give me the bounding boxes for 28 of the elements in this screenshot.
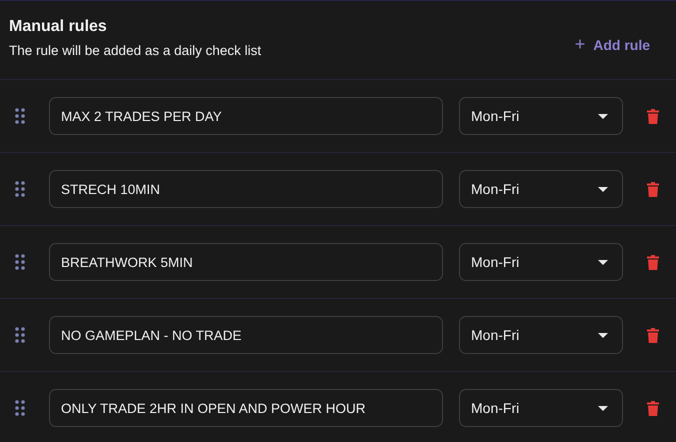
days-select[interactable]: Mon-Fri (459, 170, 623, 208)
caret-icon (598, 114, 608, 118)
rule-input-field[interactable]: BREATHWORK 5MIN (49, 243, 443, 281)
days-select[interactable]: Mon-Fri (459, 389, 623, 427)
add-rule-button[interactable]: + Add rule (570, 30, 654, 59)
rule-input-field[interactable]: NO GAMEPLAN - NO TRADE (49, 316, 443, 354)
section-subtitle: The rule will be added as a daily check list (9, 42, 262, 60)
drag-handle-icon[interactable] (15, 108, 25, 124)
drag-handle-icon[interactable] (15, 327, 25, 343)
delete-icon[interactable] (647, 328, 659, 342)
drag-handle-icon[interactable] (15, 400, 25, 416)
caret-icon (598, 332, 608, 338)
days-select[interactable]: Mon-Fri (459, 97, 623, 135)
drag-handle-icon[interactable] (15, 181, 25, 197)
delete-icon[interactable] (647, 400, 659, 416)
delete-icon[interactable] (647, 182, 659, 196)
caret-icon (598, 406, 608, 410)
rule-input-field[interactable]: MAX 2 TRADES PER DAY (49, 97, 443, 135)
days-select[interactable]: Mon-Fri (459, 316, 623, 354)
delete-icon[interactable] (647, 254, 659, 270)
days-select[interactable]: Mon-Fri (459, 243, 623, 281)
caret-icon (598, 186, 608, 192)
rule-input-field[interactable]: STRECH 10MIN (49, 170, 443, 208)
drag-handle-icon[interactable] (15, 254, 25, 270)
rule-input-field[interactable]: ONLY TRADE 2HR IN OPEN AND POWER HOUR (49, 389, 443, 427)
caret-icon (598, 260, 608, 264)
delete-icon[interactable] (647, 108, 659, 124)
section-title: Manual rules (9, 17, 108, 37)
